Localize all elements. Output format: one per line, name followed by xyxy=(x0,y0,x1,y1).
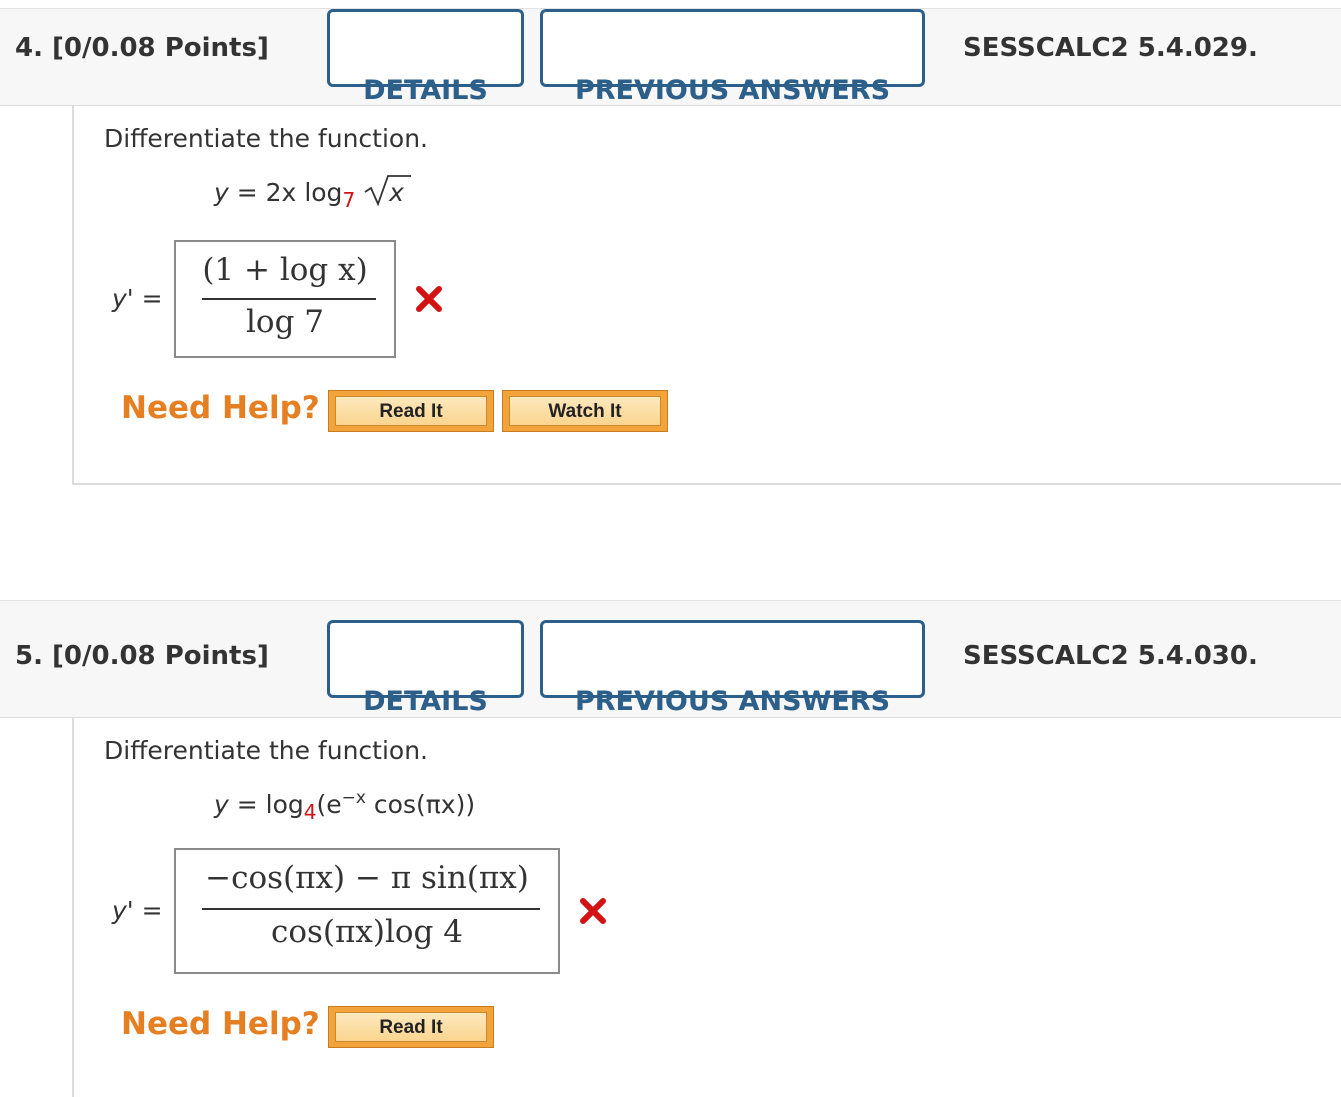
details-button[interactable]: DETAILS xyxy=(327,620,524,717)
answer-numerator: (1 + log x) xyxy=(202,252,368,288)
question-code: SESSCALC2 5.4.029. xyxy=(963,33,1258,63)
question-prompt: Differentiate the function. xyxy=(104,736,428,765)
details-button[interactable]: DETAILS xyxy=(327,9,524,106)
question-5-header: 5. [0/0.08 Points] DETAILS PREVIOUS ANSW… xyxy=(0,600,1341,718)
question-number-points: 5. [0/0.08 Points] xyxy=(15,641,269,671)
answer-field[interactable]: (1 + log x) log 7 xyxy=(174,240,396,358)
question-prompt: Differentiate the function. xyxy=(104,124,428,153)
incorrect-x-icon xyxy=(416,286,442,312)
square-root: x xyxy=(363,175,412,207)
previous-answers-button[interactable]: PREVIOUS ANSWERS xyxy=(540,9,925,106)
question-5-body: Differentiate the function. y = log4(e−x… xyxy=(72,718,1341,1097)
watch-it-button[interactable]: Watch It xyxy=(502,390,668,432)
read-it-button[interactable]: Read It xyxy=(328,390,494,432)
question-code: SESSCALC2 5.4.030. xyxy=(963,641,1258,671)
incorrect-x-icon xyxy=(580,898,606,924)
question-4-header: 4. [0/0.08 Points] DETAILS PREVIOUS ANSW… xyxy=(0,8,1341,106)
radical-sign-icon xyxy=(364,175,412,207)
fraction-bar xyxy=(202,298,376,300)
function-expression: y = log4(e−x cos(πx)) xyxy=(214,788,476,824)
function-expression: y = 2x log7 x xyxy=(214,175,412,212)
need-help-label: Need Help? xyxy=(121,1006,320,1042)
question-number-points: 4. [0/0.08 Points] xyxy=(15,33,269,63)
answer-denominator: log 7 xyxy=(246,304,324,340)
previous-answers-button[interactable]: PREVIOUS ANSWERS xyxy=(540,620,925,717)
answer-label: y' = xyxy=(112,896,163,925)
need-help-label: Need Help? xyxy=(121,390,320,426)
fraction-bar xyxy=(202,908,540,910)
read-it-button[interactable]: Read It xyxy=(328,1006,494,1048)
answer-denominator: cos(πx)log 4 xyxy=(271,914,463,950)
answer-label: y' = xyxy=(112,284,163,313)
answer-field[interactable]: −cos(πx) − π sin(πx) cos(πx)log 4 xyxy=(174,848,560,974)
answer-numerator: −cos(πx) − π sin(πx) xyxy=(205,860,529,896)
question-4-body: Differentiate the function. y = 2x log7 … xyxy=(72,106,1341,485)
